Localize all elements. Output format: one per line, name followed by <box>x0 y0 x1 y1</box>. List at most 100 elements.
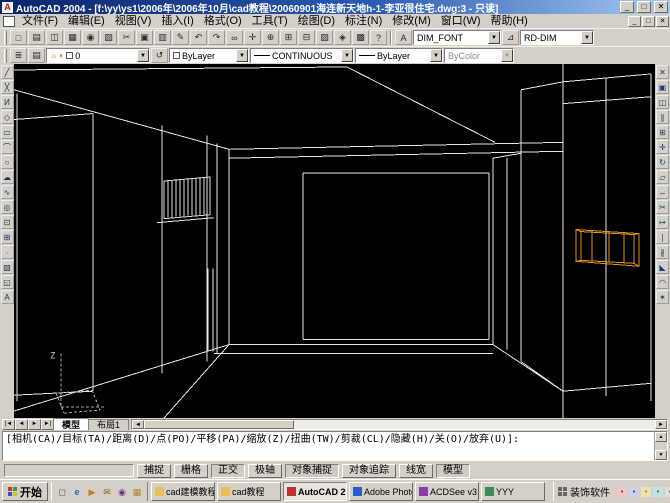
model-toggle[interactable]: 模型 <box>436 463 470 478</box>
spline-button[interactable]: ∿ <box>0 185 14 199</box>
tray-icon-2[interactable]: ▪ <box>629 486 639 497</box>
properties-button[interactable]: ▨ <box>316 30 333 45</box>
grid-toggle[interactable]: 栅格 <box>174 463 208 478</box>
color-combo[interactable]: ByLayer ▼ <box>169 48 249 63</box>
tray-icon-5[interactable]: ▪ <box>665 486 670 497</box>
new-button[interactable]: □ <box>10 30 27 45</box>
show-desktop-icon[interactable]: ◻ <box>55 485 69 499</box>
redo-button[interactable]: ↷ <box>208 30 225 45</box>
scroll-up-icon[interactable]: ▲ <box>655 432 667 442</box>
undo-button[interactable]: ↶ <box>190 30 207 45</box>
copy-object-button[interactable]: ▣ <box>656 80 669 94</box>
tool-palettes-button[interactable]: ▩ <box>352 30 369 45</box>
tab-model[interactable]: 模型 <box>53 418 90 430</box>
menu-item[interactable]: 格式(O) <box>199 14 247 28</box>
ellipse-button[interactable]: ◎ <box>0 200 14 214</box>
point-button[interactable]: ∙ <box>0 245 14 259</box>
rotate-button[interactable]: ↻ <box>656 155 669 169</box>
insert-hyperlink-button[interactable]: ∞ <box>226 30 243 45</box>
break-point-button[interactable]: ∣ <box>656 230 669 244</box>
ie-icon[interactable]: e <box>70 485 84 499</box>
plot-preview-button[interactable]: ◉ <box>82 30 99 45</box>
menu-item[interactable]: 工具(T) <box>247 14 293 28</box>
tray-icon-4[interactable]: ▪ <box>653 486 663 497</box>
hatch-button[interactable]: ▨ <box>0 260 14 274</box>
trim-button[interactable]: ✂ <box>656 200 669 214</box>
tab-first-icon[interactable]: |◄ <box>2 419 15 430</box>
scroll-left-icon[interactable]: ◄ <box>132 420 145 429</box>
insert-block-button[interactable]: ⊡ <box>0 215 14 229</box>
scrollbar-thumb[interactable] <box>144 420 295 429</box>
close-icon[interactable]: ✕ <box>654 1 668 13</box>
publish-button[interactable]: ▧ <box>100 30 117 45</box>
open-button[interactable]: ▤ <box>28 30 45 45</box>
circle-button[interactable]: ○ <box>0 155 14 169</box>
line-button[interactable]: ╱ <box>0 65 14 79</box>
scroll-right-icon[interactable]: ► <box>655 420 667 429</box>
task-cad-modeling[interactable]: cad建模教程 <box>151 482 215 501</box>
pan-button[interactable]: ✛ <box>244 30 261 45</box>
mdi-close-icon[interactable]: ✕ <box>656 15 669 27</box>
snap-toggle[interactable]: 捕捉 <box>137 463 171 478</box>
polyline-button[interactable]: И <box>0 95 14 109</box>
outlook-icon[interactable]: ✉ <box>100 485 114 499</box>
chamfer-button[interactable]: ◣ <box>656 260 669 274</box>
arc-button[interactable]: ⌒ <box>0 140 14 154</box>
match-properties-button[interactable]: ✎ <box>172 30 189 45</box>
construction-line-button[interactable]: ╳ <box>0 80 14 94</box>
osnap-toggle[interactable]: 对象捕捉 <box>285 463 339 478</box>
rd-dim-icon[interactable]: ⊿ <box>502 30 519 45</box>
media-player-icon[interactable]: ▶ <box>85 485 99 499</box>
dim-style-icon[interactable]: A <box>395 30 412 45</box>
extend-button[interactable]: ↦ <box>656 215 669 229</box>
lineweight-toggle[interactable]: 线宽 <box>399 463 433 478</box>
document-icon[interactable] <box>3 15 15 27</box>
tray-icon-1[interactable]: ▪ <box>617 486 627 497</box>
scale-button[interactable]: ▱ <box>656 170 669 184</box>
scrollbar-track[interactable] <box>294 420 655 429</box>
revision-cloud-button[interactable]: ☁ <box>0 170 14 184</box>
chevron-down-icon[interactable]: ▼ <box>488 31 500 44</box>
dim-font-combo[interactable]: DIM_FONT ▼ <box>413 30 501 45</box>
chevron-down-icon[interactable]: ▼ <box>137 49 149 62</box>
region-button[interactable]: ◱ <box>0 275 14 289</box>
zoom-previous-button[interactable]: ⊟ <box>298 30 315 45</box>
folder-icon[interactable]: ▦ <box>130 485 144 499</box>
fillet-button[interactable]: ◠ <box>656 275 669 289</box>
ortho-toggle[interactable]: 正交 <box>211 463 245 478</box>
layer-previous-button[interactable]: ↺ <box>151 48 168 63</box>
offset-button[interactable]: ∥ <box>656 110 669 124</box>
command-scrollbar[interactable]: ▲ ▼ <box>654 432 667 460</box>
restore-icon[interactable]: □ <box>637 1 651 13</box>
rectangle-button[interactable]: ▭ <box>0 125 14 139</box>
scroll-down-icon[interactable]: ▼ <box>655 450 667 460</box>
command-lines[interactable]: [相机(CA)/目标(TA)/距离(D)/点(PO)/平移(PA)/缩放(Z)/… <box>3 432 654 460</box>
array-button[interactable]: ⊞ <box>656 125 669 139</box>
menu-item[interactable]: 视图(V) <box>110 14 157 28</box>
rd-dim-combo[interactable]: RD-DIM ▼ <box>520 30 594 45</box>
task-cad-tutorial[interactable]: cad教程 <box>217 482 281 501</box>
tray-icon-3[interactable]: ▪ <box>641 486 651 497</box>
zoom-realtime-button[interactable]: ⊕ <box>262 30 279 45</box>
layer-freeze-icon[interactable]: ◐ <box>59 51 64 60</box>
lineweight-combo[interactable]: ByLayer ▼ <box>355 48 443 63</box>
task-autocad[interactable]: AutoCAD 200... <box>283 482 347 501</box>
zoom-window-button[interactable]: ⊞ <box>280 30 297 45</box>
minimize-icon[interactable]: _ <box>620 1 634 13</box>
help-button[interactable]: ? <box>370 30 387 45</box>
move-button[interactable]: ✛ <box>656 140 669 154</box>
paste-button[interactable]: ▥ <box>154 30 171 45</box>
acdsee-icon[interactable]: ◉ <box>115 485 129 499</box>
make-block-button[interactable]: ⊞ <box>0 230 14 244</box>
menu-item[interactable]: 编辑(E) <box>63 14 110 28</box>
mdi-minimize-icon[interactable]: _ <box>628 15 641 27</box>
mtext-button[interactable]: A <box>0 290 14 304</box>
layer-combo[interactable]: ☼ ◐ 0 ▼ <box>46 48 150 63</box>
polygon-button[interactable]: ◇ <box>0 110 14 124</box>
chevron-down-icon[interactable]: ▼ <box>581 31 593 44</box>
menu-item[interactable]: 绘图(D) <box>293 14 340 28</box>
menu-item[interactable]: 文件(F) <box>17 14 63 28</box>
layer-properties-button[interactable]: ≣ <box>10 48 27 63</box>
deco-toolbar[interactable]: 装饰软件 <box>553 482 614 501</box>
toolbar-grip[interactable] <box>4 30 7 45</box>
